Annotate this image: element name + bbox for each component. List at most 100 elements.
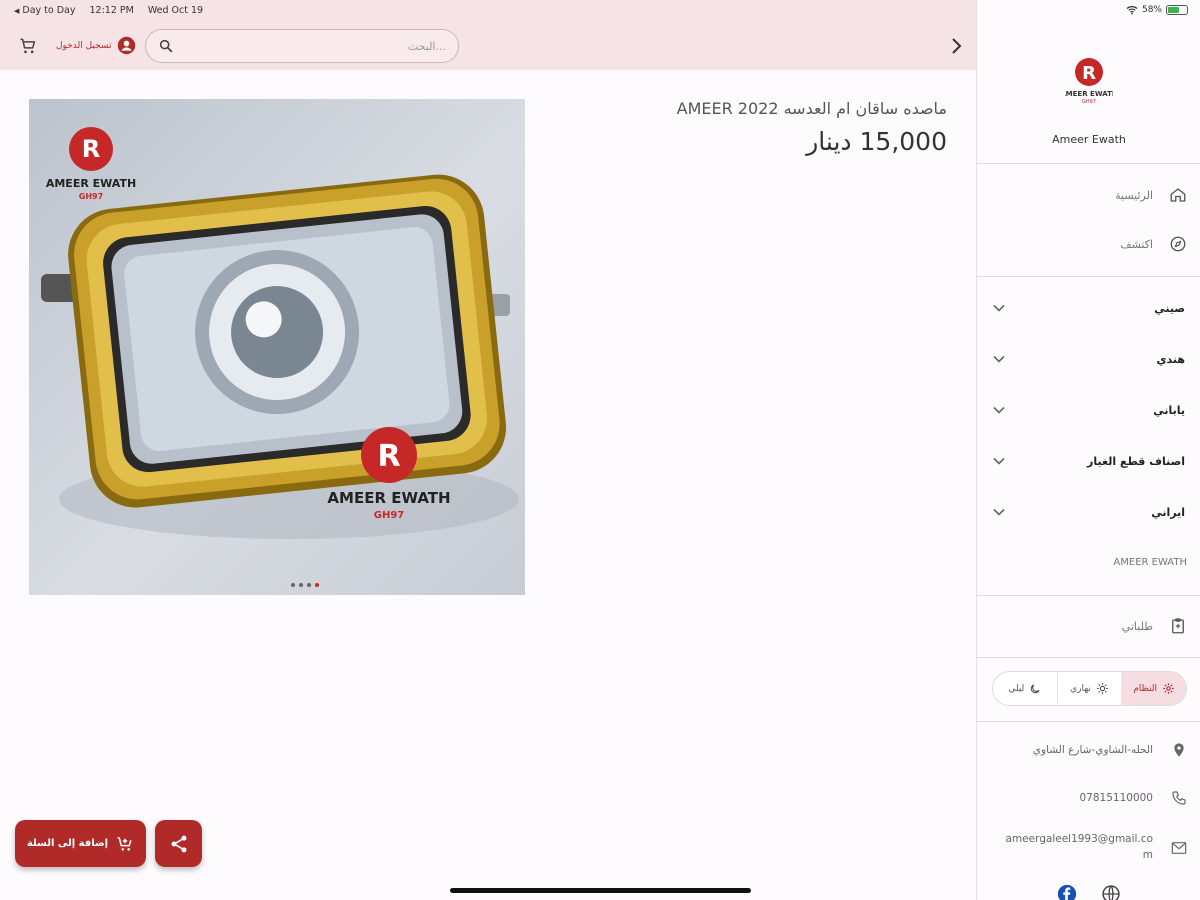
top-app-bar: ◀ Day to Day 12:12 PM Wed Oct 19 تسجيل ا…: [0, 0, 976, 70]
battery-icon: [1166, 5, 1188, 15]
theme-light-label: نهاري: [1070, 683, 1091, 694]
theme-light-option[interactable]: نهاري: [1056, 672, 1122, 705]
navigation-drawer: 58% R AMEER EWATH GH97 Ameer Ewath الرئي…: [976, 0, 1200, 900]
status-date: Wed Oct 19: [147, 5, 204, 16]
svg-text:R: R: [82, 135, 100, 163]
brand-link[interactable]: AMEER EWATH: [977, 547, 1200, 577]
chevron-right-icon: [952, 38, 962, 54]
add-to-cart-label: إضافة إلى السلة: [26, 838, 109, 849]
watermark-top: R AMEER EWATH GH97: [46, 127, 136, 201]
watermark-label: AMEER EWATH: [46, 177, 136, 190]
chevron-down-icon: [993, 355, 1005, 363]
chevron-down-icon: [993, 406, 1005, 414]
product-title: ماصده ساقان ام العدسه AMEER 2022: [676, 99, 947, 118]
contact-email[interactable]: ameergaleel1993@gmail.com: [977, 832, 1200, 864]
carousel-dot[interactable]: [299, 583, 303, 587]
category-label: ايراني: [1151, 505, 1185, 519]
phone-icon: [1172, 791, 1186, 805]
svg-text:AMEER EWATH: AMEER EWATH: [327, 489, 450, 507]
location-pin-icon: [1174, 743, 1184, 757]
theme-system-label: النظام: [1133, 683, 1157, 694]
nav-item-discover[interactable]: اكتشف: [977, 224, 1200, 264]
carousel-dot[interactable]: [291, 583, 295, 587]
moon-icon: [1031, 684, 1040, 693]
orders-clipboard-icon: [1172, 618, 1184, 634]
divider: [977, 276, 1200, 277]
email-text: ameergaleel1993@gmail.com: [1005, 833, 1154, 861]
mail-icon: [1171, 841, 1187, 854]
category-indian[interactable]: هندي: [977, 339, 1200, 379]
product-price: 15,000 دينار: [806, 127, 947, 156]
phone-text: 07815110000: [1079, 792, 1154, 804]
compass-icon: [1170, 236, 1186, 252]
login-label: تسجيل الدخول: [56, 40, 112, 51]
cart-icon: [20, 38, 36, 54]
theme-dark-label: ليلي: [1008, 683, 1025, 694]
category-chinese[interactable]: صيني: [977, 288, 1200, 328]
store-name: Ameer Ewath: [1052, 133, 1126, 146]
svg-text:GH97: GH97: [1082, 99, 1096, 105]
carousel-dots: [291, 583, 319, 587]
status-bar-right: 58%: [1126, 5, 1188, 15]
wifi-icon: [1126, 6, 1138, 15]
share-button[interactable]: [155, 820, 202, 867]
carousel-dot-active[interactable]: [315, 583, 319, 587]
status-bar-left: ◀ Day to Day 12:12 PM Wed Oct 19: [14, 5, 203, 16]
svg-text:GH97: GH97: [79, 192, 103, 201]
add-cart-icon: [117, 836, 132, 851]
main-pane: ◀ Day to Day 12:12 PM Wed Oct 19 تسجيل ا…: [0, 0, 976, 900]
facebook-icon[interactable]: [1057, 884, 1077, 900]
svg-text:R: R: [1082, 63, 1096, 84]
home-icon: [1170, 188, 1186, 202]
category-label: صيني: [1154, 301, 1185, 315]
contact-address: الحله-الشاوي-شارع الشاوي: [977, 741, 1200, 759]
svg-text:GH97: GH97: [374, 510, 405, 521]
theme-system-option[interactable]: النظام: [1121, 672, 1186, 705]
back-app-label: Day to Day: [22, 5, 76, 16]
svg-text:R: R: [377, 439, 400, 474]
carousel-dot[interactable]: [307, 583, 311, 587]
contact-phone[interactable]: 07815110000: [977, 790, 1200, 806]
address-text: الحله-الشاوي-شارع الشاوي: [1032, 744, 1153, 756]
nav-label: الرئيسية: [1115, 188, 1153, 202]
divider: [977, 657, 1200, 658]
home-indicator[interactable]: [450, 888, 751, 893]
store-logo: R AMEER EWATH GH97: [1065, 58, 1113, 105]
status-time: 12:12 PM: [89, 5, 134, 16]
theme-toggle: ليلي نهاري النظام: [992, 671, 1187, 706]
back-to-app-link[interactable]: ◀ Day to Day: [14, 5, 76, 16]
battery-percent: 58%: [1141, 5, 1162, 15]
category-label: ياباني: [1153, 403, 1185, 417]
category-spare-parts[interactable]: اصناف قطع الغيار: [977, 441, 1200, 481]
category-label: هندي: [1156, 352, 1185, 366]
chevron-right-button[interactable]: [946, 34, 966, 58]
svg-text:AMEER EWATH: AMEER EWATH: [1065, 90, 1113, 98]
category-iranian[interactable]: ايراني: [977, 492, 1200, 532]
divider: [977, 721, 1200, 722]
account-circle-icon: [118, 36, 136, 55]
chevron-down-icon: [993, 457, 1005, 465]
divider: [977, 163, 1200, 164]
category-japanese[interactable]: ياباني: [977, 390, 1200, 430]
sun-icon: [1096, 683, 1108, 694]
nav-item-orders[interactable]: طلباتي: [977, 606, 1200, 646]
login-link[interactable]: تسجيل الدخول: [56, 36, 136, 55]
cart-button[interactable]: [16, 34, 40, 58]
category-label: اصناف قطع الغيار: [1087, 454, 1185, 468]
search-icon: [159, 39, 173, 53]
nav-label: اكتشف: [1120, 237, 1153, 251]
search-field[interactable]: [145, 29, 459, 63]
search-input[interactable]: [174, 39, 446, 53]
nav-item-home[interactable]: الرئيسية: [977, 175, 1200, 215]
chevron-down-icon: [993, 304, 1005, 312]
product-image-carousel[interactable]: R AMEER EWATH GH97 R AMEER EWATH GH97: [29, 99, 525, 595]
gear-icon: [1163, 683, 1174, 694]
social-links: [1057, 884, 1121, 900]
theme-dark-option[interactable]: ليلي: [993, 672, 1057, 705]
divider: [977, 595, 1200, 596]
nav-label: طلباتي: [1121, 619, 1153, 633]
headlight-photo: R AMEER EWATH GH97 R AMEER EWATH GH97: [41, 127, 519, 539]
globe-icon[interactable]: [1101, 884, 1121, 900]
chevron-down-icon: [993, 508, 1005, 516]
add-to-cart-button[interactable]: إضافة إلى السلة: [15, 820, 146, 867]
